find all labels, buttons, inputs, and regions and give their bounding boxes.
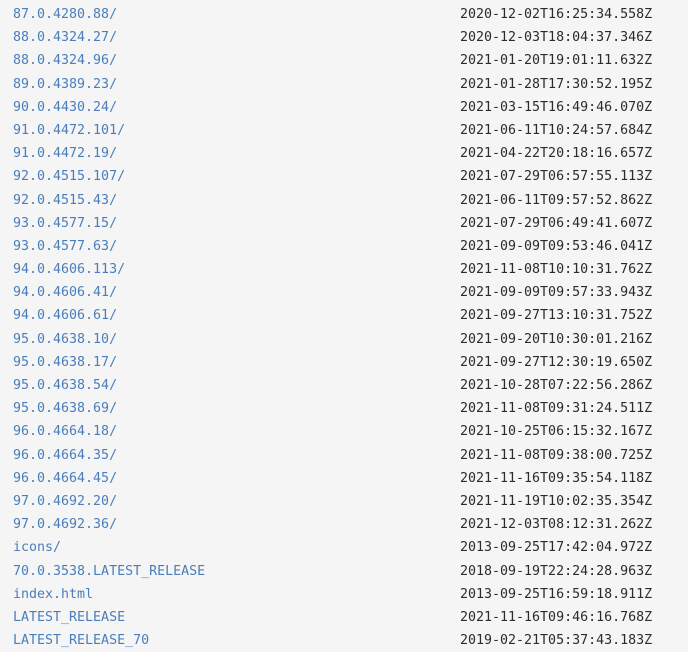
listing-row: icons/2013-09-25T17:42:04.972Z [0, 536, 688, 559]
listing-row: 95.0.4638.54/2021-10-28T07:22:56.286Z [0, 374, 688, 397]
directory-link[interactable]: 96.0.4664.18/ [13, 420, 117, 443]
listing-row: LATEST_RELEASE 2021-11-16T09:46:16.768Z [0, 606, 688, 629]
directory-link[interactable]: 90.0.4430.24/ [13, 96, 117, 119]
listing-row: 70.0.3538.LATEST_RELEASE 2018-09-19T22:24… [0, 560, 688, 583]
listing-row: index.html 2013-09-25T16:59:18.911Z [0, 583, 688, 606]
directory-link[interactable]: 93.0.4577.63/ [13, 235, 117, 258]
last-modified-value: 2021-09-27T12:30:19.650Z [460, 354, 653, 370]
directory-link[interactable]: 94.0.4606.113/ [13, 258, 125, 281]
last-modified-value: 2021-11-16T09:35:54.118Z [460, 470, 653, 486]
listing-row: 90.0.4430.24/2021-03-15T16:49:46.070Z [0, 96, 688, 119]
listing-row: 95.0.4638.17/2021-09-27T12:30:19.650Z [0, 351, 688, 374]
last-modified-value: 2021-01-28T17:30:52.195Z [460, 76, 653, 92]
last-modified-value: 2019-02-21T05:37:43.183Z [460, 633, 653, 649]
last-modified-value: 2021-11-08T09:31:24.511Z [460, 401, 653, 417]
directory-link[interactable]: 88.0.4324.27/ [13, 26, 117, 49]
listing-row: 87.0.4280.88/2020-12-02T16:25:34.558Z [0, 3, 688, 26]
last-modified-value: 2021-09-20T10:30:01.216Z [460, 331, 653, 347]
directory-link[interactable]: 95.0.4638.54/ [13, 374, 117, 397]
last-modified-value: 2021-11-08T09:38:00.725Z [460, 447, 653, 463]
last-modified-value: 2013-09-25T17:42:04.972Z [460, 540, 653, 556]
listing-row: 96.0.4664.18/2021-10-25T06:15:32.167Z [0, 420, 688, 443]
listing-row: 95.0.4638.69/2021-11-08T09:31:24.511Z [0, 397, 688, 420]
listing-row: 94.0.4606.113/2021-11-08T10:10:31.762Z [0, 258, 688, 281]
directory-link[interactable]: 92.0.4515.43/ [13, 189, 117, 212]
file-link[interactable]: index.html [13, 583, 93, 606]
last-modified-value: 2021-10-28T07:22:56.286Z [460, 378, 653, 393]
directory-link[interactable]: 91.0.4472.19/ [13, 142, 117, 165]
last-modified-value: 2021-03-15T16:49:46.070Z [460, 99, 653, 115]
directory-link[interactable]: 91.0.4472.101/ [13, 119, 125, 142]
listing-row: 94.0.4606.41/2021-09-09T09:57:33.943Z [0, 281, 688, 304]
listing-row: 89.0.4389.23/2021-01-28T17:30:52.195Z [0, 73, 688, 96]
last-modified-value: 2021-09-09T09:57:33.943Z [460, 285, 653, 301]
listing-row: 93.0.4577.15/2021-07-29T06:49:41.607Z [0, 212, 688, 235]
listing-row: 92.0.4515.107/2021-07-29T06:57:55.113Z [0, 165, 688, 188]
last-modified-value: 2021-01-20T19:01:11.632Z [460, 53, 653, 69]
last-modified-value: 2021-09-27T13:10:31.752Z [460, 308, 653, 324]
last-modified-value: 2021-11-08T10:10:31.762Z [460, 262, 653, 278]
last-modified-value: 2021-09-09T09:53:46.041Z [460, 238, 653, 254]
directory-link[interactable]: 96.0.4664.35/ [13, 444, 117, 467]
last-modified-value: 2013-09-25T16:59:18.911Z [460, 586, 653, 602]
directory-listing: 87.0.4280.88/2020-12-02T16:25:34.558Z 88.… [0, 0, 688, 650]
listing-row: 88.0.4324.96/2021-01-20T19:01:11.632Z [0, 49, 688, 72]
last-modified-value: 2021-10-25T06:15:32.167Z [460, 424, 653, 440]
file-link[interactable]: LATEST_RELEASE_70 [13, 629, 149, 652]
directory-link[interactable]: 96.0.4664.45/ [13, 467, 117, 490]
directory-link[interactable]: 95.0.4638.17/ [13, 351, 117, 374]
last-modified-value: 2021-12-03T08:12:31.262Z [460, 517, 653, 533]
directory-link[interactable]: icons/ [13, 536, 61, 559]
directory-link[interactable]: 87.0.4280.88/ [13, 3, 117, 26]
directory-link[interactable]: 93.0.4577.15/ [13, 212, 117, 235]
listing-row: 92.0.4515.43/2021-06-11T09:57:52.862Z [0, 189, 688, 212]
directory-link[interactable]: 89.0.4389.23/ [13, 73, 117, 96]
last-modified-value: 2021-11-16T09:46:16.768Z [460, 609, 653, 625]
directory-link[interactable]: 95.0.4638.10/ [13, 328, 117, 351]
listing-row: 91.0.4472.101/2021-06-11T10:24:57.684Z [0, 119, 688, 142]
last-modified-value: 2021-06-11T09:57:52.862Z [460, 192, 653, 208]
file-link[interactable]: LATEST_RELEASE [13, 606, 125, 629]
directory-link[interactable]: 97.0.4692.20/ [13, 490, 117, 513]
directory-link[interactable]: 92.0.4515.107/ [13, 165, 125, 188]
last-modified-value: 2021-06-11T10:24:57.684Z [460, 122, 653, 138]
listing-row: 94.0.4606.61/2021-09-27T13:10:31.752Z [0, 304, 688, 327]
listing-row: LATEST_RELEASE_70 2019-02-21T05:37:43.183… [0, 629, 688, 652]
last-modified-value: 2020-12-03T18:04:37.346Z [460, 30, 653, 46]
directory-link[interactable]: 94.0.4606.41/ [13, 281, 117, 304]
listing-row: 88.0.4324.27/2020-12-03T18:04:37.346Z [0, 26, 688, 49]
listing-row: 97.0.4692.36/2021-12-03T08:12:31.262Z [0, 513, 688, 536]
listing-row: 91.0.4472.19/2021-04-22T20:18:16.657Z [0, 142, 688, 165]
listing-row: 93.0.4577.63/2021-09-09T09:53:46.041Z [0, 235, 688, 258]
listing-row: 95.0.4638.10/2021-09-20T10:30:01.216Z [0, 328, 688, 351]
directory-link[interactable]: 94.0.4606.61/ [13, 304, 117, 327]
directory-link[interactable]: 88.0.4324.96/ [13, 49, 117, 72]
last-modified-value: 2020-12-02T16:25:34.558Z [460, 7, 653, 22]
last-modified-value: 2021-07-29T06:49:41.607Z [460, 215, 653, 231]
last-modified-value: 2021-04-22T20:18:16.657Z [460, 146, 653, 162]
last-modified-value: 2021-07-29T06:57:55.113Z [460, 169, 653, 185]
last-modified-value: 2018-09-19T22:24:28.963Z [460, 563, 653, 579]
listing-row: 97.0.4692.20/2021-11-19T10:02:35.354Z [0, 490, 688, 513]
directory-link[interactable]: 95.0.4638.69/ [13, 397, 117, 420]
file-link[interactable]: 70.0.3538.LATEST_RELEASE [13, 560, 205, 583]
directory-link[interactable]: 97.0.4692.36/ [13, 513, 117, 536]
last-modified-value: 2021-11-19T10:02:35.354Z [460, 493, 653, 509]
listing-row: 96.0.4664.35/2021-11-08T09:38:00.725Z [0, 444, 688, 467]
listing-row: 96.0.4664.45/2021-11-16T09:35:54.118Z [0, 467, 688, 490]
